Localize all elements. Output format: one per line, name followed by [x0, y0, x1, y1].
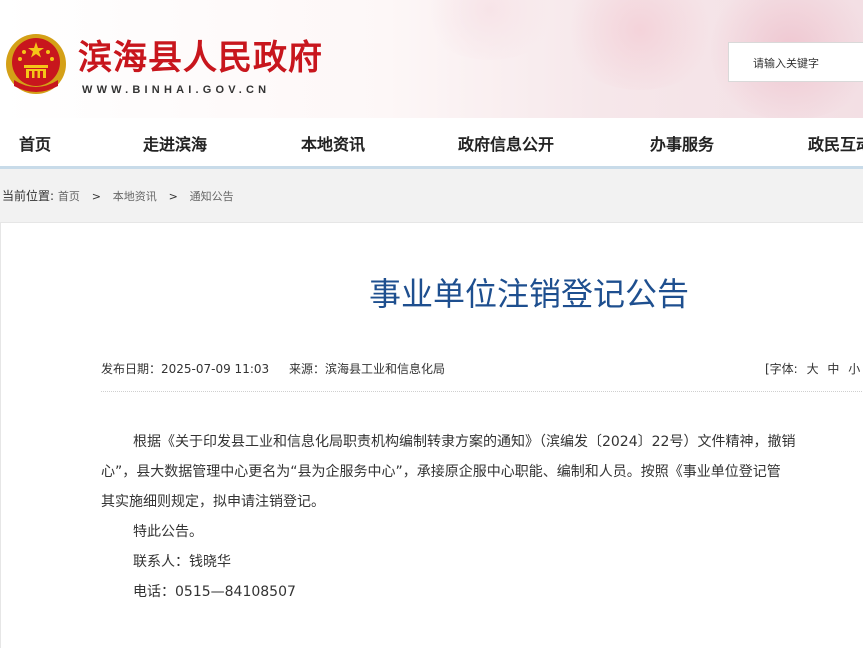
- body-paragraph: 根据《关于印发县工业和信息化局职责机构编制转隶方案的通知》（滨编发〔2024〕2…: [133, 434, 796, 450]
- contact-phone: 电话：0515—84108507: [133, 584, 296, 600]
- article-panel: 事业单位注销登记公告 发布日期：2025-07-09 11:03 来源：滨海县工…: [0, 222, 863, 648]
- national-emblem-icon: [6, 34, 66, 94]
- font-size-small[interactable]: 小: [848, 362, 860, 376]
- site-title: 滨海县人民政府: [78, 38, 323, 78]
- body-paragraph: 其实施细则规定，拟申请注销登记。: [101, 494, 325, 510]
- font-size-large[interactable]: 大: [807, 362, 819, 376]
- blossom-decoration: [420, 0, 560, 60]
- article-title: 事业单位注销登记公告: [369, 275, 690, 313]
- article-body: 根据《关于印发县工业和信息化局职责机构编制转隶方案的通知》（滨编发〔2024〕2…: [101, 427, 863, 607]
- font-size-switcher: [字体: 大 中 小: [765, 360, 860, 377]
- breadcrumb-separator: >: [91, 190, 101, 203]
- breadcrumb-separator: >: [168, 190, 178, 203]
- article-source: 来源：滨海县工业和信息化局: [288, 362, 445, 376]
- font-size-medium[interactable]: 中: [827, 362, 839, 376]
- search-input[interactable]: [751, 43, 863, 83]
- breadcrumb-label: 当前位置:: [2, 189, 55, 203]
- nav-item-interaction[interactable]: 政民互动: [808, 131, 863, 155]
- contact-person: 联系人：钱晓华: [133, 554, 231, 570]
- meta-divider: [101, 391, 863, 392]
- blossom-decoration: [560, 0, 720, 90]
- breadcrumb-local-news-link[interactable]: 本地资讯: [113, 190, 157, 203]
- breadcrumb-home-link[interactable]: 首页: [58, 190, 80, 203]
- nav-item-services[interactable]: 办事服务: [650, 131, 714, 155]
- closing-line: 特此公告。: [133, 524, 203, 540]
- site-url: WWW.BINHAI.GOV.CN: [82, 84, 271, 96]
- font-size-label: [字体:: [765, 362, 798, 376]
- breadcrumb-notice-link[interactable]: 通知公告: [190, 190, 234, 203]
- article-meta: 发布日期：2025-07-09 11:03 来源：滨海县工业和信息化局: [101, 360, 461, 377]
- main-nav: 首页 走进滨海 本地资讯 政府信息公开 办事服务 政民互动: [0, 118, 863, 169]
- publish-date: 发布日期：2025-07-09 11:03: [101, 362, 270, 376]
- breadcrumb: 当前位置: 首页 > 本地资讯 > 通知公告: [2, 187, 234, 204]
- body-paragraph: 心”，县大数据管理中心更名为“县为企服务中心”，承接原企服中心职能、编制和人员。…: [101, 464, 781, 480]
- search-box: [728, 42, 863, 83]
- nav-item-local-news[interactable]: 本地资讯: [301, 131, 365, 155]
- nav-item-home[interactable]: 首页: [19, 131, 51, 155]
- nav-item-about-binhai[interactable]: 走进滨海: [143, 131, 207, 155]
- nav-item-gov-info[interactable]: 政府信息公开: [458, 131, 554, 155]
- site-header: 滨海县人民政府 WWW.BINHAI.GOV.CN: [0, 0, 863, 118]
